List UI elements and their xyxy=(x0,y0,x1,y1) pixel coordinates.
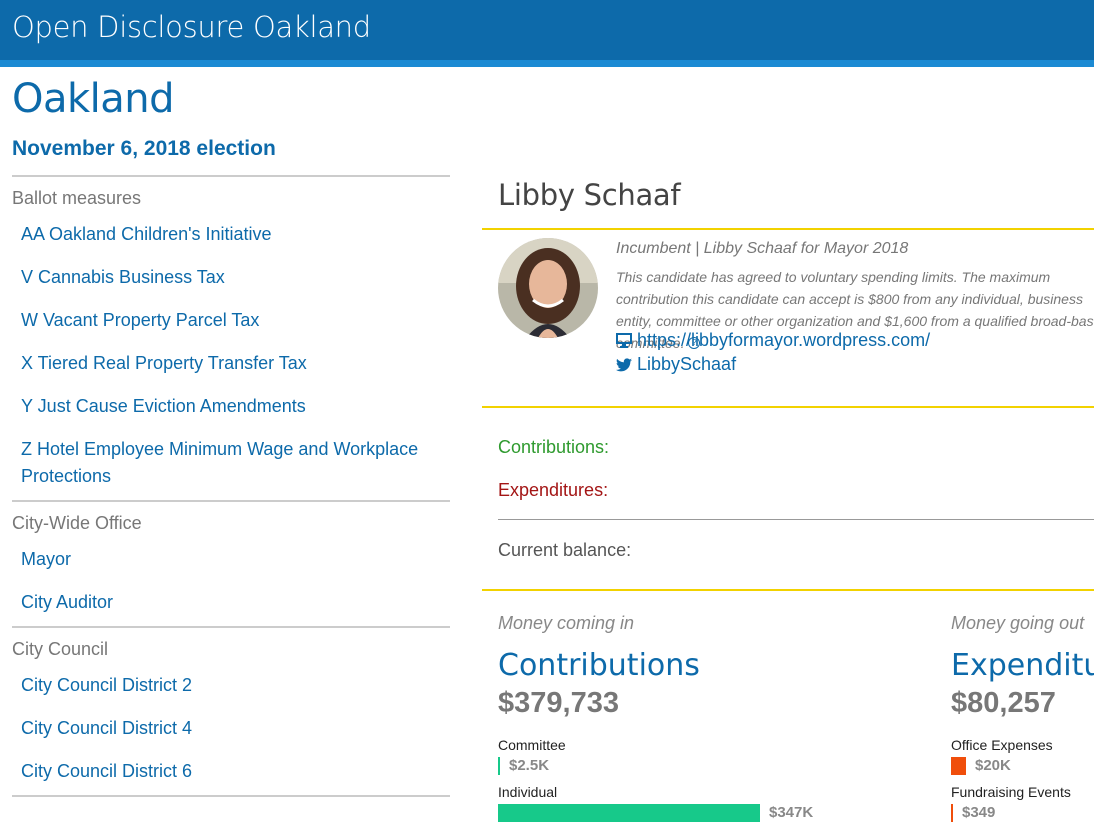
category-value: $349 xyxy=(962,804,996,821)
sidebar-section-title: Ballot measures xyxy=(12,188,142,208)
sidebar-section-ballot-measures: Ballot measures AA Oakland Children's In… xyxy=(12,175,450,500)
candidate-photo xyxy=(498,238,598,338)
category-value: $20K xyxy=(975,757,1011,774)
sidebar-section-city-wide: City-Wide Office Mayor City Auditor xyxy=(12,500,450,626)
category-label: Fundraising Events xyxy=(951,784,1071,800)
sidebar-item-measure-y[interactable]: Y Just Cause Eviction Amendments xyxy=(12,387,450,430)
election-date: November 6, 2018 election xyxy=(12,137,276,160)
contributions-total: $379,733 xyxy=(498,687,619,719)
sidebar-section-city-council: City Council City Council District 2 Cit… xyxy=(12,626,450,795)
contributions-label: Contributions: xyxy=(498,437,610,457)
divider xyxy=(482,228,1094,230)
twitter-icon xyxy=(616,357,632,371)
sidebar-item-measure-w[interactable]: W Vacant Property Parcel Tax xyxy=(12,301,450,344)
twitter-link[interactable]: LibbySchaaf xyxy=(616,354,736,375)
twitter-handle: LibbySchaaf xyxy=(637,354,737,374)
divider xyxy=(482,406,1094,408)
money-in-subtitle: Money coming in xyxy=(498,613,635,633)
site-brand-link[interactable]: Open Disclosure Oakland xyxy=(12,10,371,44)
page-title: Oakland xyxy=(12,76,175,122)
website-url: https://libbyformayor.wordpress.com/ xyxy=(637,330,931,350)
contribution-bar[interactable] xyxy=(498,757,500,775)
sidebar: Ballot measures AA Oakland Children's In… xyxy=(12,175,450,797)
expenditure-bar[interactable] xyxy=(951,757,966,775)
sidebar-item-measure-x[interactable]: X Tiered Real Property Transfer Tax xyxy=(12,344,450,387)
sidebar-divider xyxy=(12,795,450,797)
candidate-subtitle: Incumbent | Libby Schaaf for Mayor 2018 xyxy=(616,240,909,257)
sidebar-section-title: City Council xyxy=(12,639,109,659)
sidebar-item-measure-aa[interactable]: AA Oakland Children's Initiative xyxy=(12,215,450,258)
expenditures-label: Expenditures: xyxy=(498,480,609,500)
contribution-bar[interactable] xyxy=(498,804,760,822)
contributions-heading: Contributions xyxy=(498,648,700,683)
desktop-icon xyxy=(616,333,632,348)
expenditures-heading: Expenditures xyxy=(951,648,1094,683)
sidebar-item-district-2[interactable]: City Council District 2 xyxy=(12,666,450,709)
sidebar-item-measure-v[interactable]: V Cannabis Business Tax xyxy=(12,258,450,301)
category-label: Individual xyxy=(498,784,558,800)
divider xyxy=(482,589,1094,591)
sidebar-item-mayor[interactable]: Mayor xyxy=(12,540,450,583)
divider xyxy=(498,519,1094,520)
expenditures-total: $80,257 xyxy=(951,687,1056,719)
website-link[interactable]: https://libbyformayor.wordpress.com/ xyxy=(616,330,930,351)
category-label: Office Expenses xyxy=(951,737,1053,753)
expenditure-bar[interactable] xyxy=(951,804,953,822)
current-balance-label: Current balance: xyxy=(498,540,632,560)
sidebar-item-district-6[interactable]: City Council District 6 xyxy=(12,752,450,795)
category-value: $2.5K xyxy=(509,757,550,774)
category-value: $347K xyxy=(769,804,814,821)
sidebar-item-measure-z[interactable]: Z Hotel Employee Minimum Wage and Workpl… xyxy=(12,430,450,500)
sidebar-item-city-auditor[interactable]: City Auditor xyxy=(12,583,450,626)
candidate-name: Libby Schaaf xyxy=(498,178,681,212)
top-navbar: Open Disclosure Oakland xyxy=(0,0,1094,67)
category-label: Committee xyxy=(498,737,566,753)
money-out-subtitle: Money going out xyxy=(951,613,1085,633)
sidebar-item-district-4[interactable]: City Council District 4 xyxy=(12,709,450,752)
sidebar-section-title: City-Wide Office xyxy=(12,513,142,533)
